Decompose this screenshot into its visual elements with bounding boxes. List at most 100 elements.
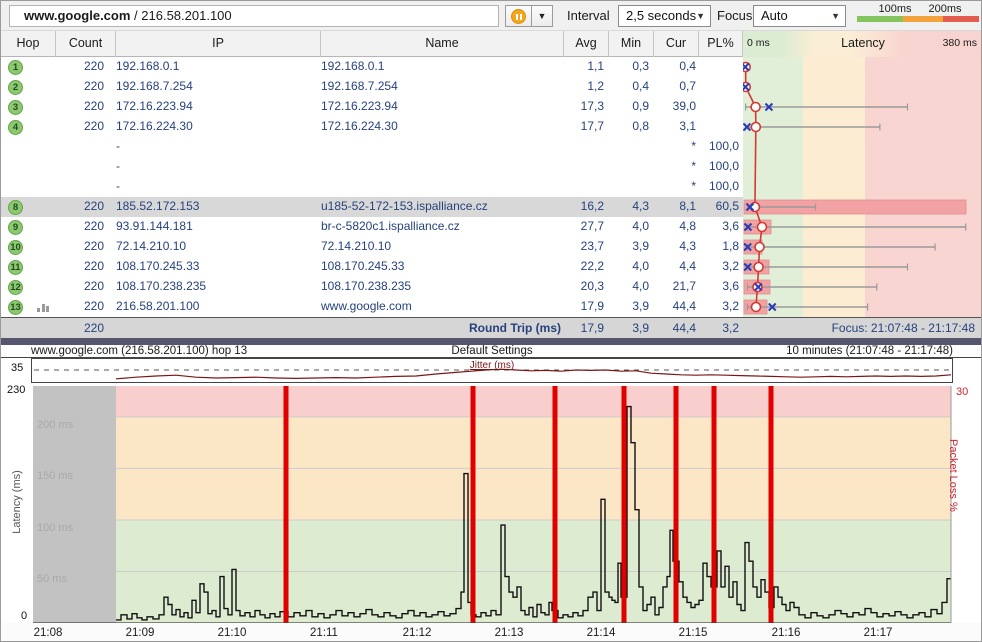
pl-cell: 60,5 (699, 197, 739, 217)
header-hop[interactable]: Hop (1, 31, 56, 57)
timeline-header: www.google.com (216.58.201.100) hop 13 D… (1, 345, 982, 358)
pl-cell (699, 57, 739, 77)
round-trip-avg: 17,9 (564, 318, 604, 338)
pane-separator[interactable] (1, 338, 982, 345)
hop-number-badge: 4 (8, 120, 23, 135)
hop-cell: 13 (1, 297, 56, 317)
header-pl[interactable]: PL% (699, 31, 743, 57)
focus-label: Focus (717, 8, 752, 23)
cur-cell: 0,4 (654, 57, 696, 77)
pl-cell: 3,2 (699, 297, 739, 317)
hop-cell: 12 (1, 277, 56, 297)
hop-cell: 2 (1, 77, 56, 97)
avg-cell: 17,3 (564, 97, 604, 117)
round-trip-label: Round Trip (ms) (321, 318, 561, 338)
target-ip: 216.58.201.100 (141, 8, 231, 23)
hop-cell: 3 (1, 97, 56, 117)
hop-cell: 11 (1, 257, 56, 277)
jitter-plot[interactable]: Jitter (ms) (31, 358, 953, 383)
hop-number-badge: 12 (8, 280, 23, 295)
pl-cell: 1,8 (699, 237, 739, 257)
cur-cell: * (654, 157, 696, 177)
pause-dropdown-button[interactable]: ▼ (531, 5, 553, 27)
min-cell: 3,9 (609, 297, 649, 317)
hop-latency-chart (743, 57, 982, 317)
toolbar: www.google.com / 216.58.201.100 ▼ Interv… (1, 1, 982, 31)
min-cell: 4,3 (609, 197, 649, 217)
hop-number-badge: 13 (8, 300, 23, 315)
avg-cell: 23,7 (564, 237, 604, 257)
header-avg[interactable]: Avg (564, 31, 609, 57)
packet-loss-ymax-label: 30 (956, 386, 968, 398)
ip-cell: 108.170.245.33 (116, 257, 311, 277)
name-cell (321, 137, 561, 157)
min-cell: 4,0 (609, 277, 649, 297)
min-cell: 0,8 (609, 117, 649, 137)
timeline-graph[interactable]: 230 0 Latency (ms) 30 Packet Loss % 200 … (1, 384, 982, 623)
pingplotter-window: www.google.com / 216.58.201.100 ▼ Interv… (0, 0, 982, 642)
latency-ymin-label: 0 (21, 610, 27, 622)
time-tick-label: 21:09 (126, 627, 155, 639)
header-min[interactable]: Min (609, 31, 654, 57)
time-tick-label: 21:15 (679, 627, 708, 639)
name-cell: 172.16.224.30 (321, 117, 561, 137)
name-cell: 108.170.238.235 (321, 277, 561, 297)
count-cell: 220 (56, 217, 104, 237)
target-separator: / (130, 8, 141, 23)
count-cell: 220 (56, 197, 104, 217)
pl-cell: 100,0 (699, 177, 739, 197)
jitter-strip: 35 Jitter (ms) (1, 358, 982, 384)
avg-cell: 20,3 (564, 277, 604, 297)
hop-number-badge: 2 (8, 80, 23, 95)
interval-select[interactable]: 2,5 seconds▼ (618, 5, 711, 27)
gridline-label: 200 ms (37, 419, 73, 431)
header-cur[interactable]: Cur (654, 31, 699, 57)
header-name[interactable]: Name (321, 31, 564, 57)
time-tick-label: 21:10 (218, 627, 247, 639)
time-tick-label: 21:16 (772, 627, 801, 639)
pl-cell (699, 117, 739, 137)
hop-cell (1, 177, 56, 197)
avg-cell: 16,2 (564, 197, 604, 217)
hop-number-badge: 8 (8, 200, 23, 215)
cur-cell: 39,0 (654, 97, 696, 117)
cur-cell: * (654, 177, 696, 197)
name-cell: 192.168.0.1 (321, 57, 561, 77)
hop-number-badge: 1 (8, 60, 23, 75)
hop-cell (1, 157, 56, 177)
cur-cell: 8,1 (654, 197, 696, 217)
focus-value: Auto (761, 8, 788, 23)
target-address-box[interactable]: www.google.com / 216.58.201.100 (9, 5, 499, 27)
count-cell: 220 (56, 97, 104, 117)
pl-cell (699, 77, 739, 97)
header-latency[interactable]: 0 ms Latency 380 ms (743, 31, 982, 57)
count-cell: 220 (56, 297, 104, 317)
avg-cell (564, 177, 604, 197)
ip-cell: 93.91.144.181 (116, 217, 311, 237)
legend-200ms-label: 200ms (928, 3, 961, 15)
min-cell (609, 157, 649, 177)
header-count[interactable]: Count (56, 31, 116, 57)
cur-cell: 4,8 (654, 217, 696, 237)
interval-label: Interval (567, 8, 610, 23)
pl-cell: 100,0 (699, 137, 739, 157)
ip-cell: 172.16.224.30 (116, 117, 311, 137)
header-ip[interactable]: IP (116, 31, 321, 57)
min-cell: 0,4 (609, 77, 649, 97)
cur-cell: * (654, 137, 696, 157)
jitter-axis-label: Jitter (ms) (470, 360, 514, 371)
jitter-ymax-label: 35 (11, 362, 23, 374)
hop-cell: 10 (1, 237, 56, 257)
count-cell: 220 (56, 117, 104, 137)
legend-100ms-label: 100ms (878, 3, 911, 15)
latency-scale-max: 380 ms (943, 31, 977, 56)
time-tick-label: 21:12 (403, 627, 432, 639)
avg-cell: 22,2 (564, 257, 604, 277)
avg-cell: 27,7 (564, 217, 604, 237)
cur-cell: 44,4 (654, 297, 696, 317)
focus-select[interactable]: Auto▼ (753, 5, 846, 27)
count-cell: 220 (56, 277, 104, 297)
pause-button[interactable] (505, 5, 532, 27)
chevron-down-icon: ▼ (696, 6, 705, 27)
count-cell (56, 177, 104, 197)
